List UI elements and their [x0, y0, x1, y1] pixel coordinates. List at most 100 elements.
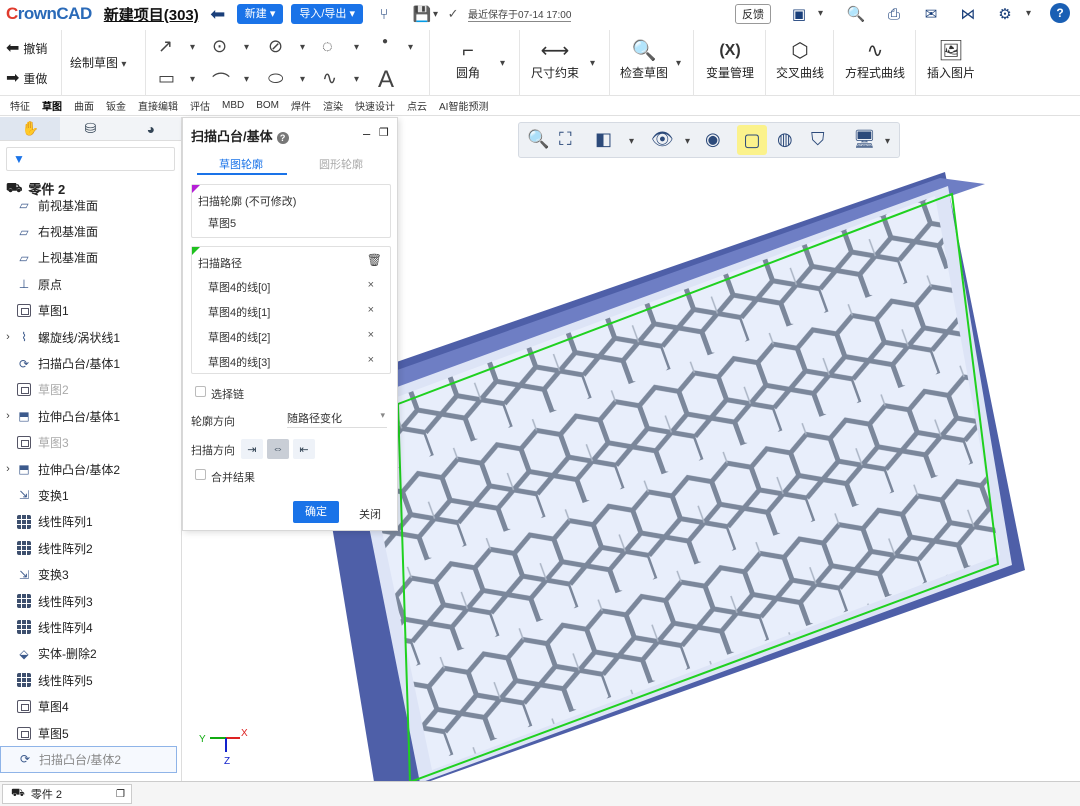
ribbon-tab[interactable]: 快速设计 — [355, 98, 395, 113]
rectangle-icon[interactable]: ▭ — [158, 68, 175, 89]
monitor-caret-icon[interactable]: ▾ — [885, 136, 890, 147]
back-arrow-icon[interactable]: ⬅ — [207, 3, 229, 25]
settings-gear-icon[interactable]: ⚙ — [994, 3, 1016, 25]
ribbon-tab[interactable]: 特征 — [10, 98, 30, 113]
path-item[interactable]: 草图4的线[3] — [208, 354, 270, 370]
tree-item[interactable]: ⇲ 变换3 — [0, 561, 181, 587]
share-icon[interactable]: ⋈ — [957, 3, 979, 25]
ellipse-icon[interactable]: ⬭ — [268, 68, 283, 89]
remove-path-item-icon[interactable]: × — [368, 329, 374, 341]
ribbon-tab[interactable]: 评估 — [190, 98, 210, 113]
slot-icon[interactable]: ⊘ — [268, 36, 283, 57]
tree-item[interactable]: › ⌇ 螺旋线/涡状线1 — [0, 324, 181, 350]
zoom-icon[interactable]: 🔍 — [527, 129, 549, 150]
ribbon-tab[interactable]: 焊件 — [291, 98, 311, 113]
tab-sketch-profile[interactable]: 草图轮廓 — [219, 156, 263, 172]
remove-path-item-icon[interactable]: × — [368, 279, 374, 291]
polygon-icon[interactable]: ◌ — [322, 36, 333, 57]
tree-item[interactable]: 线性阵列5 — [0, 667, 181, 693]
ribbon-tab[interactable]: 渲染 — [323, 98, 343, 113]
tree-item[interactable]: 草图2 — [0, 377, 181, 403]
arc-icon[interactable]: ⌒ — [212, 68, 230, 94]
equation-curve-button[interactable]: ∿ 方程式曲线 — [840, 38, 910, 81]
tree-item[interactable]: ⊥ 原点 — [0, 271, 181, 297]
tree-item[interactable]: 线性阵列2 — [0, 535, 181, 561]
expand-chevron-icon[interactable]: › — [0, 463, 16, 475]
remove-path-item-icon[interactable]: × — [368, 304, 374, 316]
filter-tool-icon[interactable]: ⛉ — [811, 129, 825, 150]
search-icon[interactable]: 🔍 — [845, 3, 867, 25]
restore-tab-icon[interactable]: ❐ — [116, 789, 125, 800]
ribbon-tab[interactable]: BOM — [256, 100, 279, 111]
feature-tree-tab-icon[interactable]: ✋ — [0, 117, 61, 140]
monitor-icon[interactable]: 🖥 — [853, 129, 876, 150]
visibility-caret-icon[interactable]: ▾ — [685, 136, 690, 147]
tab-circle-profile[interactable]: 圆形轮廓 — [319, 156, 363, 172]
tree-item[interactable]: ▱ 右视基准面 — [0, 218, 181, 244]
dimension-button[interactable]: ⟷ 尺寸约束 — [526, 38, 584, 81]
ok-button[interactable]: 确定 — [293, 501, 339, 523]
tree-item[interactable]: ⬙ 实体-删除2 — [0, 641, 181, 667]
tree-item[interactable]: 线性阵列1 — [0, 509, 181, 535]
dimension-caret-icon[interactable]: ▾ — [590, 58, 595, 69]
save-icon[interactable]: 💾 — [411, 3, 433, 25]
visibility-eye-icon[interactable]: 👁 — [651, 129, 674, 150]
ribbon-tab[interactable]: AI智能预测 — [439, 98, 488, 113]
expand-chevron-icon[interactable]: › — [0, 410, 16, 422]
direction-forward-button[interactable]: ⇥ — [241, 439, 263, 459]
fit-view-icon[interactable]: ⛶ — [559, 129, 572, 150]
direction-reverse-button[interactable]: ⇤ — [293, 439, 315, 459]
spline-icon[interactable]: ∿ — [322, 68, 337, 89]
view-cube-caret-icon[interactable]: ▾ — [629, 136, 634, 147]
profile-box[interactable]: 扫描轮廓 (不可修改) 草图5 — [191, 184, 391, 238]
ribbon-tab[interactable]: MBD — [222, 100, 244, 111]
new-button[interactable]: 新建 ▾ — [236, 4, 284, 24]
print-icon[interactable]: ⎙ — [883, 3, 905, 25]
minimize-icon[interactable]: – — [363, 126, 370, 141]
path-box[interactable]: 扫描路径 🗑 草图4的线[0] × 草图4的线[1] × 草图4的线[2] × 草图4的线[… — [191, 246, 391, 374]
tree-item[interactable]: ▱ 上视基准面 — [0, 245, 181, 271]
trash-icon[interactable]: 🗑 — [367, 253, 382, 267]
profile-direction-select[interactable]: 随路径变化 ▾ — [287, 410, 387, 428]
select-chain-checkbox[interactable] — [195, 386, 206, 397]
tree-item[interactable]: ▱ 前视基准面 — [0, 192, 181, 218]
circle-icon[interactable]: ⊙ — [212, 36, 227, 57]
help-icon[interactable]: ? — [276, 131, 289, 144]
save-caret-icon[interactable]: ▾ — [433, 9, 438, 20]
fillet-caret-icon[interactable]: ▾ — [500, 58, 505, 69]
insert-image-button[interactable]: 🖼 插入图片 — [922, 38, 980, 81]
tree-item[interactable]: 草图1 — [0, 298, 181, 324]
document-tab[interactable]: ⛟ 零件 2 ❐ — [2, 784, 132, 804]
tree-item[interactable]: ⟳ 扫描凸台/基体1 — [0, 350, 181, 376]
tree-item[interactable]: 线性阵列3 — [0, 588, 181, 614]
redo-button[interactable]: ➡ 重做 — [6, 68, 47, 88]
intersection-curve-button[interactable]: ⬡ 交叉曲线 — [772, 38, 828, 81]
ribbon-tab[interactable]: 直接编辑 — [138, 98, 178, 113]
remove-path-item-icon[interactable]: × — [368, 354, 374, 366]
close-button[interactable]: 关闭 — [359, 506, 381, 522]
import-export-button[interactable]: 导入/导出 ▾ — [291, 4, 363, 24]
ribbon-tab[interactable]: 曲面 — [74, 98, 94, 113]
restore-icon[interactable]: ❐ — [379, 126, 389, 139]
shaded-cube-icon[interactable]: ▢ — [737, 125, 767, 155]
path-item[interactable]: 草图4的线[2] — [208, 329, 270, 345]
display-icon[interactable]: ▣ — [788, 3, 810, 25]
ribbon-tab[interactable]: 钣金 — [106, 98, 126, 113]
tree-item[interactable]: ⇲ 变换1 — [0, 482, 181, 508]
check-sketch-caret-icon[interactable]: ▾ — [676, 58, 681, 69]
draw-sketch-button[interactable]: 绘制草图 ▾ — [70, 54, 126, 71]
view-cube-icon[interactable]: ◧ — [595, 129, 612, 150]
text-tool-icon[interactable]: A — [378, 66, 394, 94]
tree-item[interactable]: 草图5 — [0, 720, 181, 746]
project-title[interactable]: 新建项目(303) — [104, 4, 199, 25]
tree-item[interactable]: 线性阵列4 — [0, 614, 181, 640]
branch-icon[interactable]: ⑂ — [373, 3, 395, 25]
message-icon[interactable]: ✉ — [920, 3, 942, 25]
feedback-button[interactable]: 反馈 — [735, 4, 771, 24]
property-tab-icon[interactable]: ⛁ — [60, 117, 120, 140]
merge-result-checkbox[interactable] — [195, 469, 206, 480]
path-item[interactable]: 草图4的线[1] — [208, 304, 270, 320]
ribbon-tab[interactable]: 点云 — [407, 98, 427, 113]
tree-item[interactable]: 草图3 — [0, 430, 181, 456]
display-caret-icon[interactable]: ▾ — [818, 8, 823, 19]
